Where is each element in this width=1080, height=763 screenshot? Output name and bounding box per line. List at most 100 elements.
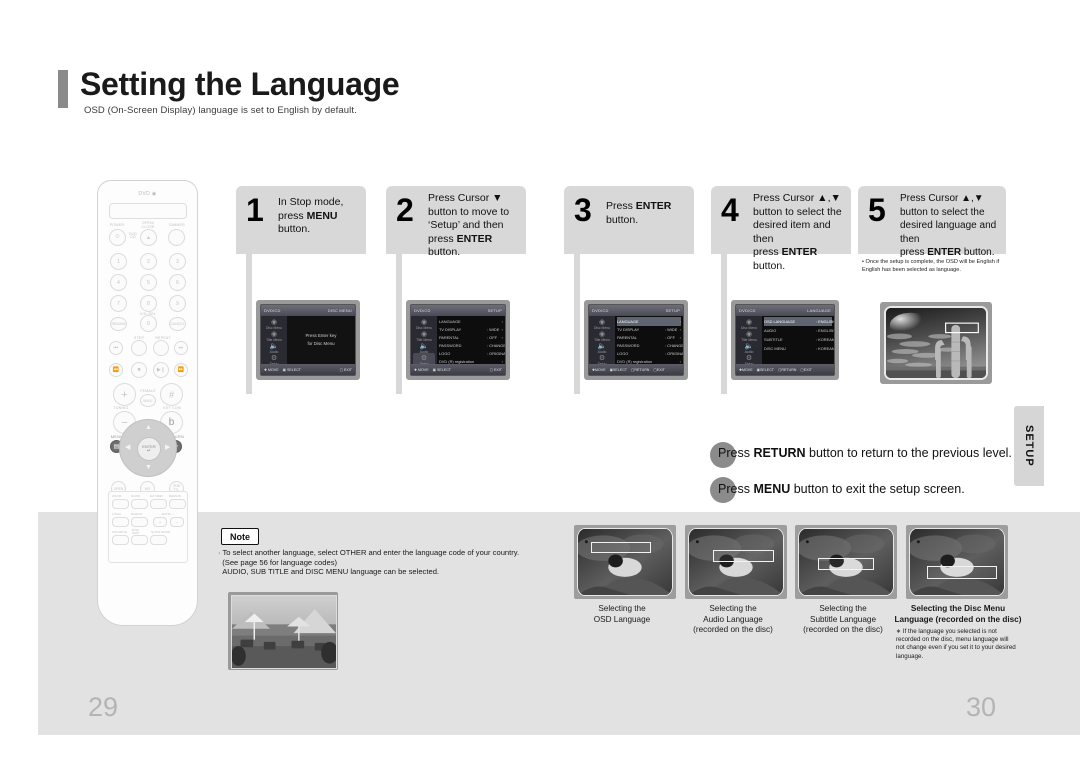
remote-num-8[interactable]: 8 [140, 295, 157, 312]
remote-num-4[interactable]: 4 [110, 274, 127, 291]
tv-screen-4: DVD/CD LANGUAGE ◉ Disc Menu ◉ Title Menu 🔈… [731, 300, 839, 380]
remote-logo-button[interactable] [112, 517, 129, 527]
chevron-right-icon: › [679, 318, 681, 324]
remote-play-pause-button[interactable]: ▶❙ [153, 362, 169, 378]
remote-label-echo: — ECHO — [158, 512, 175, 516]
disc-menu-icon: ◉ [598, 319, 606, 326]
remote-zoom-button[interactable] [112, 499, 129, 509]
remote-ezview-button[interactable] [150, 499, 167, 509]
osd-2-footer-0: ✚ MOVE [414, 367, 429, 372]
step-5-note: • Once the setup is complete, the OSD wi… [862, 259, 1000, 273]
osd-4-row-3[interactable]: DISC MENU: KOREAN› [764, 344, 834, 353]
remote-label-key-con: KEY CON [163, 406, 181, 410]
remote-disc-skip-button[interactable] [131, 535, 148, 545]
osd-2-footer: ✚ MOVE ▣ SELECT ▢ EXIT [411, 364, 505, 375]
thumbnail-1-caption: Selecting the OSD Language [593, 604, 651, 624]
osd-4-row-1[interactable]: AUDIO: ENGLISH› [764, 326, 834, 335]
tv-screen-2: DVD/CD SETUP ◉ Disc Menu ◉ Title Menu 🔈 Aud… [406, 300, 510, 380]
remote-logo: DVD ◉ [138, 191, 157, 197]
osd-2-footer-1: ▣ SELECT [432, 367, 451, 372]
remote-num-1[interactable]: 1 [110, 253, 127, 270]
bottom-band-left-gap [0, 512, 38, 763]
remote-key-con-sharp-button[interactable]: # [160, 383, 183, 406]
remote-label-remain: REMAIN [169, 494, 182, 498]
remote-num-7[interactable]: 7 [110, 295, 127, 312]
remote-control-illustration: DVD ◉ POWER OPEN/CLOSE DIMMER ⏻ ▲ DVD CD … [97, 180, 198, 626]
remote-dimmer-button[interactable] [168, 229, 185, 246]
thumbnail-2-photo [688, 528, 784, 596]
remote-dpad-right-arrow[interactable]: ▶ [165, 444, 170, 451]
remote-prev-button[interactable]: ⏮ [109, 341, 123, 355]
remote-digest-button[interactable] [131, 517, 148, 527]
press-return-line: Press RETURN button to return to the pre… [718, 446, 1012, 460]
remote-dpad-left-arrow[interactable]: ◀ [125, 444, 130, 451]
osd-1-message-line1: Press Enter key [305, 333, 337, 338]
page-subtitle: OSD (On-Screen Display) language is set … [84, 105, 357, 116]
patio-photo [231, 595, 337, 669]
remote-num-5[interactable]: 5 [140, 274, 157, 291]
thumbnail-3-overlay-bar [817, 558, 875, 570]
note-text: · To select another language, select OTH… [218, 548, 520, 577]
remote-label-zoom: ZOOM [112, 494, 122, 498]
osd-3-body: LANGUAGE › TV DISPLAY: WIDE › PARENTAL: OF… [615, 316, 683, 364]
remote-dpad[interactable]: ▲ ▼ ◀ ▶ ENTER ↵ [119, 419, 177, 477]
remote-num-3[interactable]: 3 [169, 253, 186, 270]
osd-1-sidebar: ◉Disc Menu ◉Title Menu 🔈Audio ⚙Setup [261, 316, 287, 366]
chevron-right-icon: › [679, 358, 681, 364]
page-root: Setting the Language OSD (On-Screen Disp… [0, 0, 1080, 763]
page-number-left: 29 [88, 692, 119, 722]
remote-slow-mode-button[interactable] [150, 535, 167, 545]
step-text-5: Press Cursor ▲,▼ button to select the desi… [900, 193, 997, 258]
remote-stop-button[interactable]: ■ [131, 362, 147, 378]
osd-4-title-left: DVD/CD [739, 308, 756, 313]
note-photo [228, 592, 338, 670]
remote-remain-button[interactable]: REMAIN [110, 317, 127, 331]
remote-volume-up-button[interactable]: + [113, 383, 136, 406]
osd-4-footer-1: ▣SELECT [756, 367, 774, 372]
disc-menu-icon: ◉ [745, 319, 753, 326]
remote-repeat-button[interactable] [153, 340, 169, 356]
remote-male-female-button[interactable]: MALE [140, 394, 156, 407]
remote-power-button[interactable]: ⏻ [109, 229, 126, 246]
remote-cancel-button[interactable]: CANCEL [169, 317, 186, 331]
thumbnail-3-photo [798, 528, 894, 596]
step-number-4: 4 [721, 192, 739, 228]
remote-next-button[interactable]: ⏭ [174, 341, 188, 355]
remote-num-6[interactable]: 6 [169, 274, 186, 291]
bottom-white-strip [0, 735, 1080, 763]
thumbnail-4 [906, 525, 1008, 599]
setup-icon: ⚙ [420, 355, 428, 362]
setup-tab[interactable]: SETUP [1014, 406, 1044, 486]
remote-forward-button[interactable]: ⏩ [174, 363, 188, 377]
remote-slow-button[interactable] [131, 499, 148, 509]
remote-echo-up-button[interactable]: + [153, 517, 167, 527]
tv-screen-5-inner [884, 306, 988, 380]
remote-enter-button[interactable]: ENTER ↵ [137, 437, 161, 461]
remote-open-close-button[interactable]: ▲ [140, 229, 157, 246]
osd-1-title-right: DISC MENU [327, 308, 352, 313]
note-badge: Note [221, 528, 259, 545]
remote-remain-panel-button[interactable] [169, 499, 186, 509]
osd-4-row-2[interactable]: SUBTITLE: KOREAN› [764, 335, 834, 344]
remote-label-power: POWER [109, 223, 125, 227]
step-box-2: 2 Press Cursor ▼ button to move to ‘Setup’… [386, 186, 526, 258]
osd-4-row-0[interactable]: OSD LANGUAGE: ENGLISH› [764, 317, 834, 326]
setup-icon: ⚙ [745, 355, 753, 362]
remote-num-0[interactable]: 0 [140, 315, 157, 332]
osd-2-title-right: SETUP [487, 308, 502, 313]
remote-step-button[interactable] [131, 340, 147, 356]
osd-4-footer-2: ▢RETURN [778, 367, 797, 372]
audio-icon: 🔈 [597, 343, 607, 350]
osd-3-footer-3: ▢EXIT [653, 367, 665, 372]
remote-num-2[interactable]: 2 [140, 253, 157, 270]
remote-label-slow-mode: SLOW MODE [151, 530, 171, 534]
thumbnail-4-overlay-bar [926, 565, 997, 579]
osd-2-titlebar: DVD/CD SETUP [411, 305, 505, 316]
remote-dpad-down-arrow[interactable]: ▼ [145, 464, 152, 471]
remote-num-9[interactable]: 9 [169, 295, 186, 312]
remote-rewind-button[interactable]: ⏪ [109, 363, 123, 377]
remote-favorite-button[interactable] [112, 535, 129, 545]
remote-dpad-up-arrow[interactable]: ▲ [145, 424, 152, 431]
remote-echo-down-button[interactable]: − [170, 517, 184, 527]
step-number-2: 2 [396, 192, 414, 228]
